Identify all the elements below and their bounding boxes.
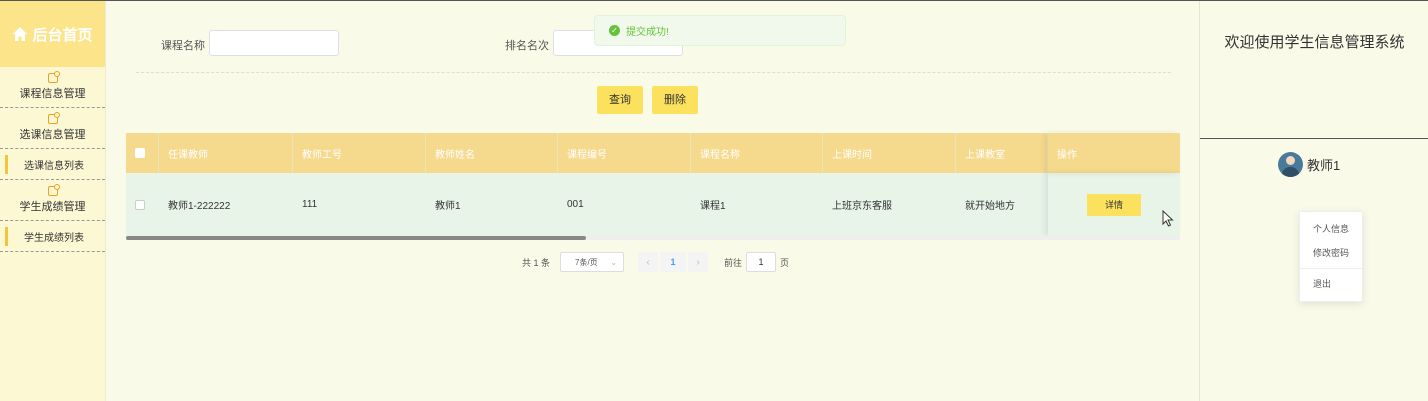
column-header[interactable]: 课程名称 xyxy=(691,133,823,173)
horizontal-scrollbar[interactable] xyxy=(126,236,1180,240)
sidebar-group-label: 学生成绩管理 xyxy=(19,201,86,213)
check-circle-icon: ✓ xyxy=(609,25,620,36)
detail-button[interactable]: 详情 xyxy=(1087,193,1141,216)
row-select-cell xyxy=(126,173,159,236)
sidebar-item-label: 选课信息列表 xyxy=(24,160,84,172)
action-cell: 详情 xyxy=(1048,173,1180,236)
rank-label: 排名名次 xyxy=(505,40,549,52)
row-checkbox[interactable] xyxy=(135,199,145,210)
user-menu-trigger[interactable]: 教师1 xyxy=(1278,152,1340,177)
page-number[interactable]: 1 xyxy=(660,252,687,272)
column-header[interactable]: 课程编号 xyxy=(558,133,691,173)
chevron-down-icon: ⌄ xyxy=(610,257,618,267)
user-dropdown-menu: 个人信息 修改密码 退出 xyxy=(1299,211,1363,302)
sidebar-group-label: 选课信息管理 xyxy=(19,129,86,141)
right-panel: 欢迎使用学生信息管理系统 教师1 个人信息 修改密码 退出 xyxy=(1199,1,1428,401)
table-row[interactable]: 教师1-222222 111 教师1 001 课程1 上班京东客服 就开始地方 … xyxy=(126,173,1180,236)
sidebar-item-grade-list[interactable]: 学生成绩列表 xyxy=(0,221,105,252)
avatar xyxy=(1278,152,1303,177)
goto-page-input[interactable]: 1 xyxy=(746,252,777,272)
sidebar-group-course[interactable]: 课程信息管理 xyxy=(0,67,105,108)
user-name: 教师1 xyxy=(1307,158,1341,173)
page-unit-label: 页 xyxy=(780,257,790,268)
data-table: 任课教师 教师工号 教师姓名 课程编号 课程名称 上课时间 上课教室 操作 教师… xyxy=(126,133,1180,240)
table-cell: 上班京东客服 xyxy=(832,201,892,212)
scrollbar-thumb[interactable] xyxy=(126,236,586,240)
sidebar-group-label: 课程信息管理 xyxy=(19,88,86,100)
welcome-title: 欢迎使用学生信息管理系统 xyxy=(1224,34,1405,51)
success-toast: ✓ 提交成功! xyxy=(594,15,846,46)
divider xyxy=(136,72,1171,73)
table-cell: 教师1-222222 xyxy=(168,201,231,212)
table-cell: 111 xyxy=(302,199,318,210)
table-cell: 就开始地方 xyxy=(965,201,1015,212)
sidebar-item-enrollment-list[interactable]: 选课信息列表 xyxy=(0,149,105,180)
prev-page-icon[interactable]: ‹ xyxy=(638,252,659,272)
menu-icon xyxy=(47,112,60,124)
mouse-cursor-icon xyxy=(1162,209,1174,230)
select-all-cell xyxy=(126,133,159,173)
delete-button[interactable]: 删除 xyxy=(652,86,698,114)
home-icon xyxy=(12,26,28,42)
menu-icon xyxy=(47,184,60,196)
page-size-value: 7条/页 xyxy=(575,257,598,267)
goto-label: 前往 xyxy=(724,257,743,268)
table-cell: 教师1 xyxy=(435,201,461,212)
column-header[interactable]: 上课教室 xyxy=(956,133,1048,173)
menu-item-profile[interactable]: 个人信息 xyxy=(1300,216,1362,240)
column-header[interactable]: 教师工号 xyxy=(293,133,426,173)
sidebar-group-grades[interactable]: 学生成绩管理 xyxy=(0,180,105,221)
select-all-checkbox[interactable] xyxy=(135,148,145,158)
column-header[interactable]: 教师姓名 xyxy=(426,133,558,173)
sidebar-brand[interactable]: 后台首页 xyxy=(0,1,105,67)
toast-message: 提交成功! xyxy=(626,27,669,38)
menu-divider xyxy=(1300,268,1362,269)
sidebar-item-label: 学生成绩列表 xyxy=(24,232,84,244)
active-indicator xyxy=(5,155,8,174)
menu-item-logout[interactable]: 退出 xyxy=(1300,271,1362,295)
sidebar: 后台首页 课程信息管理 选课信息管理 选课信息列表 学生成绩管理 学生成绩列表 xyxy=(0,1,106,401)
column-header[interactable]: 任课教师 xyxy=(159,133,293,173)
column-header[interactable]: 上课时间 xyxy=(823,133,956,173)
menu-item-change-password[interactable]: 修改密码 xyxy=(1300,240,1362,264)
total-count: 共 1 条 xyxy=(522,257,551,268)
table-cell: 课程1 xyxy=(700,201,726,212)
table-header: 任课教师 教师工号 教师姓名 课程编号 课程名称 上课时间 上课教室 操作 xyxy=(126,133,1180,173)
column-header: 操作 xyxy=(1048,133,1180,173)
divider xyxy=(1200,138,1428,139)
page-size-select[interactable]: 7条/页 ⌄ xyxy=(560,252,625,272)
pagination: 共 1 条 7条/页 ⌄ ‹ 1 › 前往 1 页 xyxy=(522,252,789,272)
table-cell: 001 xyxy=(567,199,584,210)
active-indicator xyxy=(5,227,8,246)
next-page-icon[interactable]: › xyxy=(688,252,709,272)
course-name-input[interactable] xyxy=(209,30,339,56)
course-name-label: 课程名称 xyxy=(161,40,205,52)
menu-icon xyxy=(47,71,60,83)
sidebar-group-enrollment[interactable]: 选课信息管理 xyxy=(0,108,105,149)
brand-title: 后台首页 xyxy=(32,26,93,44)
query-button[interactable]: 查询 xyxy=(597,86,643,114)
